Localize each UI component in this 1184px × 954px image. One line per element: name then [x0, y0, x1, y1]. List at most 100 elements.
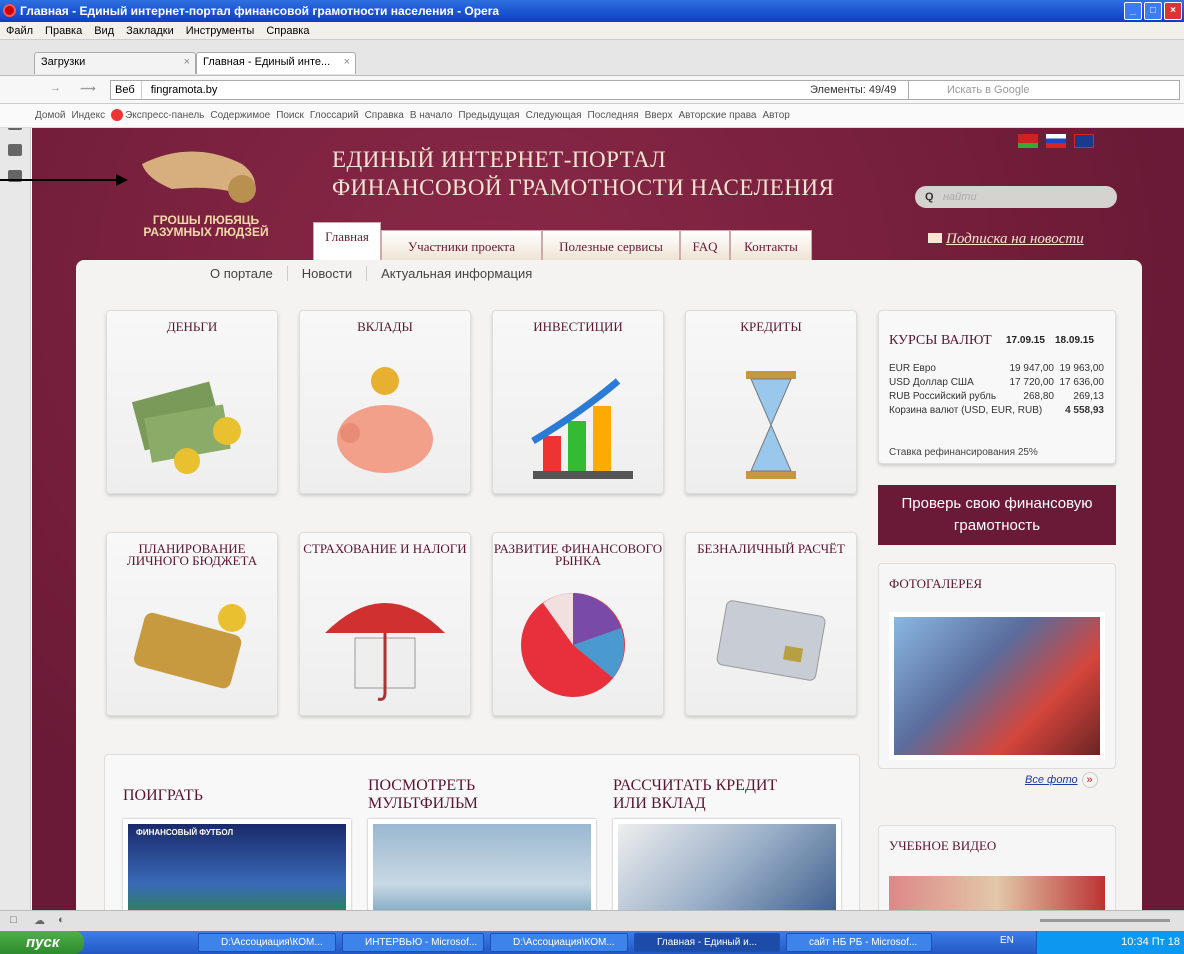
cloud-icon[interactable]: ☁	[34, 914, 45, 927]
nav-express-panel[interactable]: Экспресс-панель	[111, 104, 204, 127]
menu-help[interactable]: Справка	[266, 22, 309, 39]
tile-budget[interactable]: ПЛАНИРОВАНИЕ ЛИЧНОГО БЮДЖЕТА	[106, 532, 278, 716]
nav-next[interactable]: Следующая	[526, 104, 582, 127]
pie-icon	[521, 593, 625, 697]
minimize-button[interactable]: _	[1124, 2, 1142, 20]
video-panel: УЧЕБНОЕ ВИДЕО	[878, 825, 1116, 910]
nav-previous[interactable]: Предыдущая	[458, 104, 519, 127]
close-tab-icon[interactable]: ×	[184, 56, 190, 68]
main-tab-services[interactable]: Полезные сервисы	[542, 230, 680, 260]
maximize-button[interactable]: □	[1144, 2, 1162, 20]
uk-flag-icon[interactable]	[1074, 134, 1094, 148]
subnav-news[interactable]: Новости	[288, 266, 368, 281]
annotation-arrow-line	[0, 179, 124, 181]
menu-view[interactable]: Вид	[94, 22, 114, 39]
nav-help[interactable]: Справка	[365, 104, 404, 127]
all-photos-link[interactable]: Все фото»	[1025, 772, 1098, 788]
zoom-slider[interactable]	[1040, 919, 1170, 922]
by-flag-icon[interactable]	[1018, 134, 1038, 148]
ru-flag-icon[interactable]	[1046, 134, 1066, 148]
tab-main[interactable]: Главная - Единый инте... ×	[196, 52, 356, 74]
language-indicator[interactable]: EN	[1000, 935, 1014, 946]
tile-money[interactable]: ДЕНЬГИ	[106, 310, 278, 494]
subnav-about[interactable]: О портале	[196, 266, 288, 281]
horn-logo-icon[interactable]	[132, 144, 272, 214]
menu-bookmarks[interactable]: Закладки	[126, 22, 174, 39]
speedometer-icon[interactable]: ◐	[58, 914, 65, 926]
nav-search[interactable]: Поиск	[276, 104, 304, 127]
taskbar-item[interactable]: D:\Ассоциация\КОМ...	[198, 933, 336, 952]
menu-edit[interactable]: Правка	[45, 22, 82, 39]
sub-navigation: О портале Новости Актуальная информация	[196, 266, 546, 281]
nav-copyright[interactable]: Авторские права	[679, 104, 757, 127]
tile-credits[interactable]: КРЕДИТЫ	[685, 310, 857, 494]
money-icon	[131, 381, 241, 474]
main-tab-participants[interactable]: Участники проекта	[381, 230, 542, 260]
main-tab-contacts[interactable]: Контакты	[730, 230, 812, 260]
gallery-title: ФОТОГАЛЕРЕЯ	[889, 576, 983, 591]
check-literacy-button[interactable]: Проверь свою финансовую грамотность	[878, 485, 1116, 545]
nav-home[interactable]: Домой	[35, 104, 65, 127]
taskbar-item[interactable]: D:\Ассоциация\КОМ...	[490, 933, 628, 952]
nav-last[interactable]: Последняя	[588, 104, 639, 127]
menu-bar: Файл Правка Вид Закладки Инструменты Спр…	[0, 22, 1184, 40]
exchange-rates-panel: КУРСЫ ВАЛЮТ 17.09.15 18.09.15 EUR Евро 19…	[878, 310, 1116, 464]
tab-downloads[interactable]: Загрузки ×	[34, 52, 196, 74]
menu-file[interactable]: Файл	[6, 22, 33, 39]
all-photos-label: Все фото	[1025, 774, 1078, 786]
logo-line-2: РАЗУМНЫХ ЛЮДЗЕЙ	[143, 225, 269, 239]
tab-label: Загрузки	[41, 56, 86, 68]
nav-author[interactable]: Автор	[762, 104, 789, 127]
photo-gallery-panel: ФОТОГАЛЕРЕЯ	[878, 563, 1116, 769]
rate-row: EUR Евро 19 947,00 19 963,00	[889, 363, 1104, 374]
tile-insurance[interactable]: СТРАХОВАНИЕ И НАЛОГИ	[299, 532, 471, 716]
tile-investments[interactable]: ИНВЕСТИЦИИ	[492, 310, 664, 494]
taskbar-item-active[interactable]: Главная - Единый и...	[634, 933, 780, 952]
start-button[interactable]: пуск	[0, 931, 84, 954]
taskbar-item[interactable]: сайт НБ РБ - Microsof...	[786, 933, 932, 952]
site-title-line-2: ФИНАНСОВОЙ ГРАМОТНОСТИ НАСЕЛЕНИЯ	[332, 175, 835, 200]
promo-title-play[interactable]: ПОИГРАТЬ	[123, 787, 203, 805]
promo-title-calc[interactable]: РАССЧИТАТЬ КРЕДИТ ИЛИ ВКЛАД	[613, 777, 813, 813]
rate-row: Корзина валют (USD, EUR, RUB) 4 558,93	[889, 405, 1104, 416]
forward-icon[interactable]: →	[50, 82, 61, 94]
nav-glossary[interactable]: Глоссарий	[310, 104, 359, 127]
google-search-input[interactable]: Искать в Google	[908, 80, 1180, 100]
football-game-banner[interactable]: ФИНАНСОВЫЙ ФУТБОЛ	[123, 819, 351, 910]
tile-title: ПЛАНИРОВАНИЕ ЛИЧНОГО БЮДЖЕТА	[126, 541, 258, 568]
menu-tools[interactable]: Инструменты	[186, 22, 255, 39]
promo-title-cartoon[interactable]: ПОСМОТРЕТЬ МУЛЬТФИЛЬМ	[368, 777, 528, 813]
rates-date-1: 17.09.15	[1006, 335, 1045, 346]
tile-deposits[interactable]: ВКЛАДЫ	[299, 310, 471, 494]
rewind-icon[interactable]: ⟿	[80, 82, 96, 95]
taskbar-item[interactable]: ИНТЕРВЬЮ - Microsof...	[342, 933, 484, 952]
nav-start[interactable]: В начало	[410, 104, 453, 127]
rates-date-2: 18.09.15	[1055, 335, 1094, 346]
nav-index[interactable]: Индекс	[71, 104, 105, 127]
calculator-thumbnail[interactable]	[613, 819, 841, 910]
rate-row: USD Доллар США 17 720,00 17 636,00	[889, 377, 1104, 388]
bookmarks-icon[interactable]	[8, 144, 22, 156]
tile-title: ВКЛАДЫ	[357, 319, 413, 334]
subscribe-link[interactable]: Подписка на новости	[928, 231, 1084, 248]
subscribe-label: Подписка на новости	[946, 231, 1084, 247]
site-search-input[interactable]: Q найти	[915, 186, 1117, 208]
panel-toggle-icon[interactable]: □	[10, 914, 17, 926]
video-title: УЧЕБНОЕ ВИДЕО	[889, 838, 997, 853]
tile-market[interactable]: РАЗВИТИЕ ФИНАНСОВОГО РЫНКА	[492, 532, 664, 716]
main-tab-faq[interactable]: FAQ	[680, 230, 730, 260]
tile-cashless[interactable]: БЕЗНАЛИЧНЫЙ РАСЧЁТ	[685, 532, 857, 716]
nav-up[interactable]: Вверх	[645, 104, 673, 127]
url-input[interactable]: Веб fingramota.by	[110, 80, 910, 100]
main-tab-home[interactable]: Главная	[313, 222, 381, 260]
close-button[interactable]: ×	[1164, 2, 1182, 20]
video-thumbnail[interactable]	[889, 876, 1105, 910]
tile-title: КРЕДИТЫ	[740, 319, 802, 334]
subnav-actual[interactable]: Актуальная информация	[367, 266, 546, 281]
web-prefix: Веб	[115, 81, 142, 99]
language-flags	[1018, 134, 1094, 148]
close-tab-icon[interactable]: ×	[344, 56, 350, 68]
gallery-photo[interactable]	[889, 612, 1105, 760]
nav-contents[interactable]: Содержимое	[210, 104, 270, 127]
cartoon-thumbnail[interactable]	[368, 819, 596, 910]
